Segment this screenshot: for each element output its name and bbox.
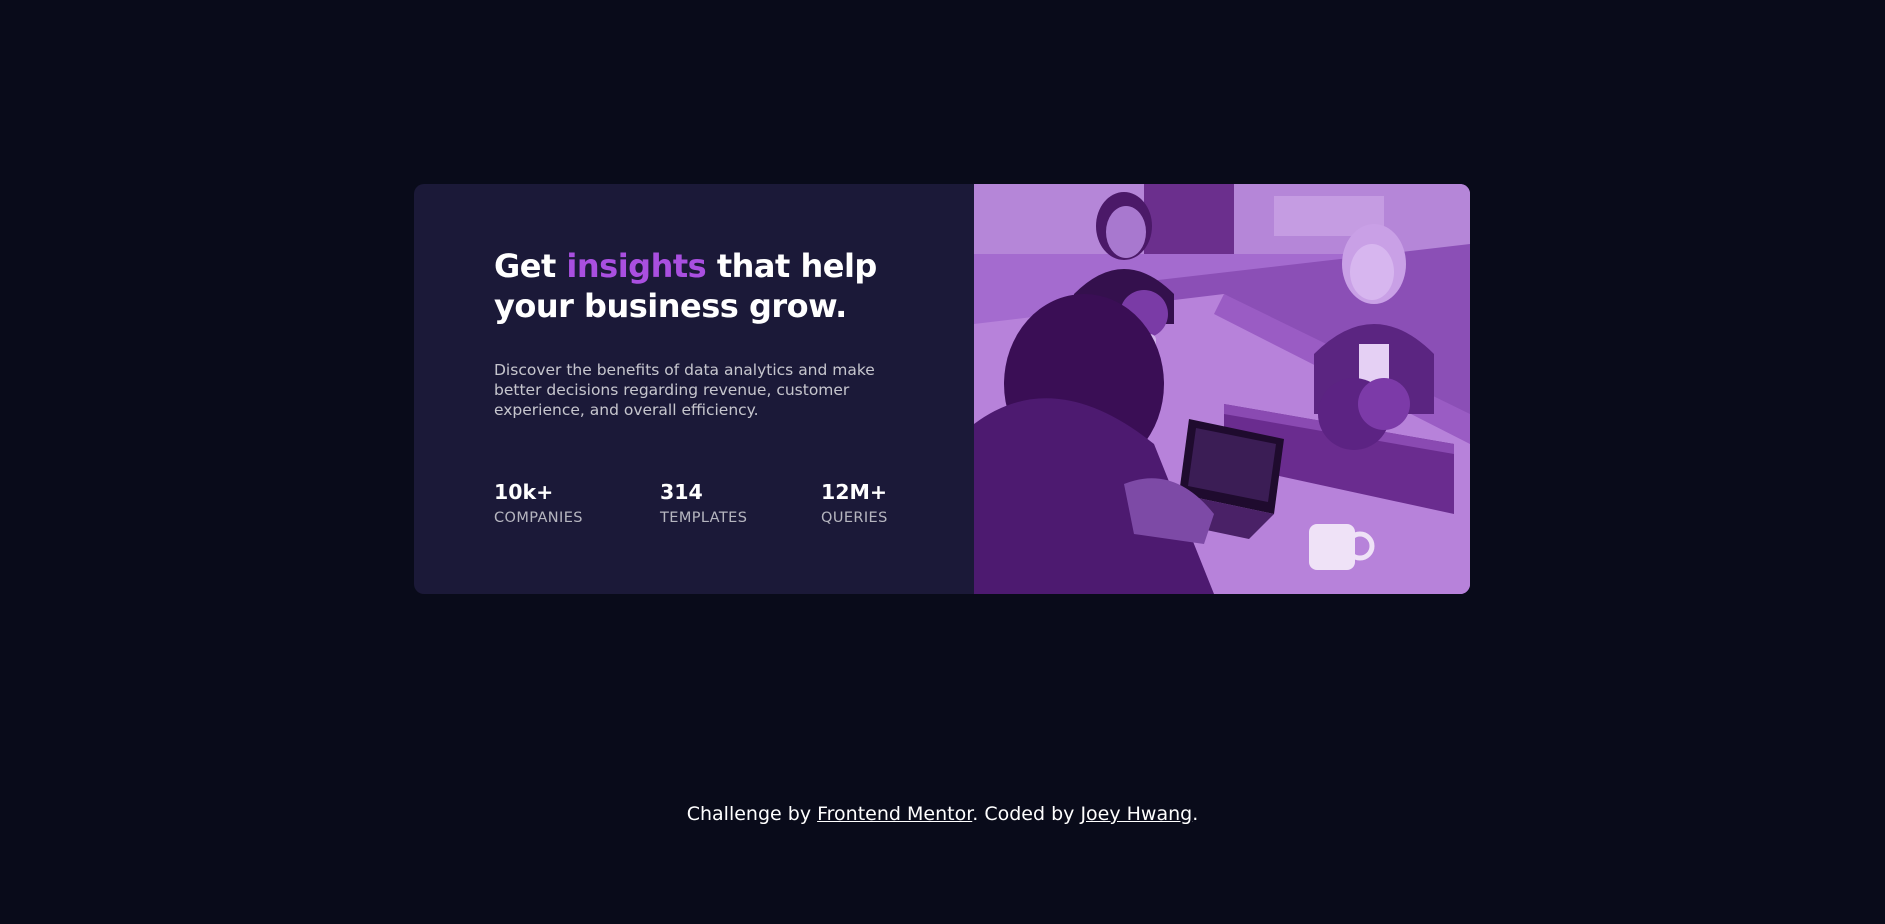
author-link[interactable]: Joey Hwang — [1080, 803, 1192, 825]
attribution-suffix: . — [1192, 803, 1199, 825]
headline: Get insights that help your business gro… — [494, 246, 934, 326]
stats-preview-card: Get insights that help your business gro… — [414, 184, 1470, 594]
stat-label: TEMPLATES — [660, 510, 748, 526]
attribution: Challenge by Frontend Mentor. Coded by J… — [0, 802, 1885, 826]
attribution-middle: . Coded by — [972, 803, 1081, 825]
office-photo-image — [974, 184, 1470, 594]
headline-prefix: Get — [494, 247, 567, 285]
stat-label: COMPANIES — [494, 510, 583, 526]
description: Discover the benefits of data analytics … — [494, 361, 875, 419]
stats-row: 10k+ COMPANIES 314 TEMPLATES 12M+ QUERIE… — [494, 480, 934, 540]
stat-value: 10k+ — [494, 480, 554, 504]
headline-accent: insights — [566, 247, 707, 285]
frontend-mentor-link[interactable]: Frontend Mentor — [817, 803, 972, 825]
office-photo-illustration — [974, 184, 1470, 594]
page: Get insights that help your business gro… — [0, 0, 1885, 924]
attribution-prefix: Challenge by — [686, 803, 818, 825]
card-content: Get insights that help your business gro… — [494, 246, 934, 420]
stat-value: 314 — [660, 480, 703, 504]
stat-queries: 12M+ QUERIES — [821, 480, 888, 527]
stat-label: QUERIES — [821, 510, 888, 526]
stat-companies: 10k+ COMPANIES — [494, 480, 583, 527]
stat-value: 12M+ — [821, 480, 888, 504]
stat-templates: 314 TEMPLATES — [660, 480, 747, 527]
